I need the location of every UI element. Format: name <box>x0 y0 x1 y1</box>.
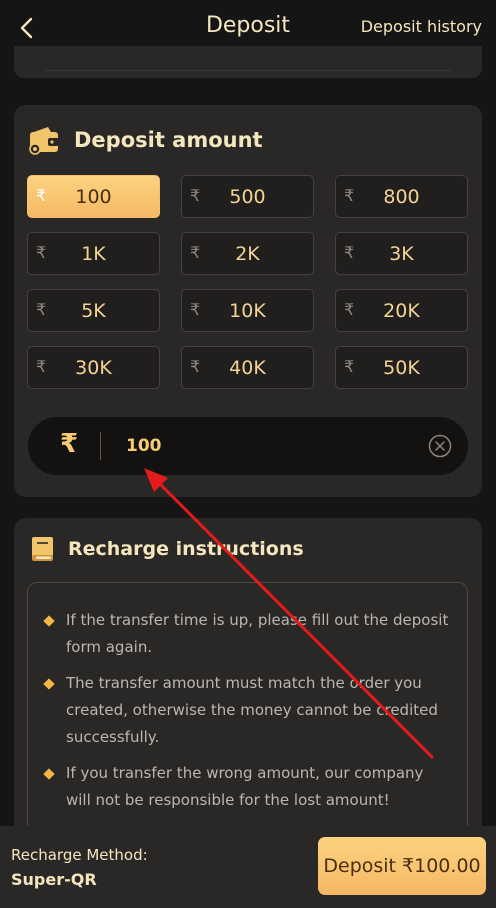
instruction-item: If you transfer the wrong amount, our co… <box>42 760 452 814</box>
amount-option-label: 1K <box>81 243 106 265</box>
input-divider <box>100 432 101 460</box>
deposit-button[interactable]: Deposit ₹100.00 <box>318 837 486 895</box>
instruction-text: The transfer amount must match the order… <box>66 674 438 746</box>
payment-channel-card <box>14 46 482 78</box>
amount-option-100[interactable]: ₹ 100 <box>27 175 160 218</box>
instructions-header: Recharge instructions <box>30 534 304 564</box>
clear-circle-icon <box>428 434 452 458</box>
amount-option-2k[interactable]: ₹ 2K <box>181 232 314 275</box>
amount-option-5k[interactable]: ₹ 5K <box>27 289 160 332</box>
deposit-amount-title: Deposit amount <box>74 128 263 152</box>
amount-option-label: 100 <box>75 186 112 208</box>
wallet-icon <box>29 127 59 155</box>
amount-options-grid: ₹ 100 ₹ 500 ₹ 800 ₹ 1K ₹ 2K ₹ 3K ₹ 5K ₹ … <box>27 175 468 389</box>
amount-option-500[interactable]: ₹ 500 <box>181 175 314 218</box>
instructions-box: If the transfer time is up, please fill … <box>27 582 468 862</box>
recharge-method-label: Recharge Method: <box>11 846 148 864</box>
amount-option-label: 2K <box>235 243 260 265</box>
amount-option-30k[interactable]: ₹ 30K <box>27 346 160 389</box>
amount-option-label: 800 <box>383 186 420 208</box>
amount-option-800[interactable]: ₹ 800 <box>335 175 468 218</box>
deposit-page: Deposit Deposit history Deposit amount ₹… <box>0 0 496 908</box>
amount-option-label: 500 <box>229 186 266 208</box>
rupee-icon: ₹ <box>60 429 79 459</box>
amount-option-40k[interactable]: ₹ 40K <box>181 346 314 389</box>
amount-option-label: 10K <box>229 300 266 322</box>
deposit-history-link[interactable]: Deposit history <box>361 17 482 36</box>
diamond-bullet-icon <box>43 678 55 690</box>
clear-amount-button[interactable] <box>428 434 452 458</box>
amount-option-3k[interactable]: ₹ 3K <box>335 232 468 275</box>
amount-option-20k[interactable]: ₹ 20K <box>335 289 468 332</box>
amount-option-label: 5K <box>81 300 106 322</box>
amount-option-label: 30K <box>75 357 112 379</box>
recharge-instructions-card: Recharge instructions If the transfer ti… <box>14 518 482 862</box>
amount-option-label: 50K <box>383 357 420 379</box>
amount-option-label: 20K <box>383 300 420 322</box>
amount-input[interactable] <box>126 431 406 461</box>
instructions-list: If the transfer time is up, please fill … <box>42 607 452 823</box>
instruction-item: The transfer amount must match the order… <box>42 670 452 751</box>
amount-option-1k[interactable]: ₹ 1K <box>27 232 160 275</box>
diamond-bullet-icon <box>43 615 55 627</box>
instruction-item: If the transfer time is up, please fill … <box>42 607 452 661</box>
amount-option-label: 3K <box>389 243 414 265</box>
divider <box>44 70 452 71</box>
amount-option-label: 40K <box>229 357 266 379</box>
amount-option-10k[interactable]: ₹ 10K <box>181 289 314 332</box>
book-icon <box>32 537 53 561</box>
deposit-amount-card: Deposit amount ₹ 100 ₹ 500 ₹ 800 ₹ 1K ₹ … <box>14 105 482 497</box>
deposit-amount-header: Deposit amount <box>26 123 263 157</box>
instructions-title: Recharge instructions <box>68 538 304 560</box>
bottom-bar: Recharge Method: Super-QR Deposit ₹100.0… <box>0 826 496 908</box>
instruction-text: If you transfer the wrong amount, our co… <box>66 764 424 809</box>
diamond-bullet-icon <box>43 768 55 780</box>
instruction-text: If the transfer time is up, please fill … <box>66 611 449 656</box>
amount-input-field: ₹ <box>28 417 468 475</box>
recharge-method-value: Super-QR <box>11 870 97 889</box>
amount-option-50k[interactable]: ₹ 50K <box>335 346 468 389</box>
